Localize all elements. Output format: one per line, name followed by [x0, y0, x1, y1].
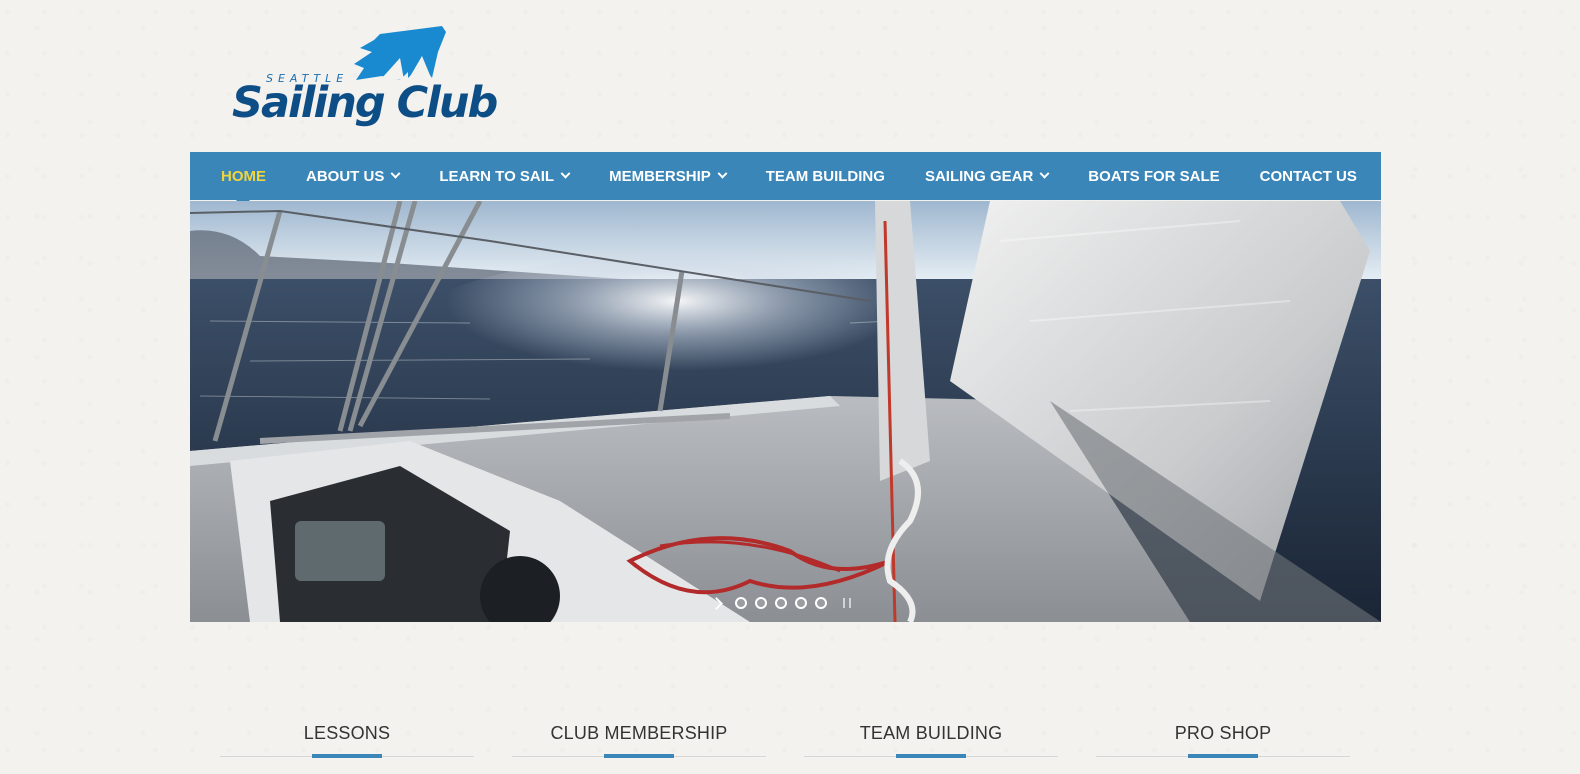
- chevron-down-icon: [560, 168, 571, 179]
- logo-name: Sailing Club: [232, 78, 498, 128]
- nav-item-home[interactable]: HOME: [221, 168, 266, 185]
- chevron-right-icon[interactable]: [710, 596, 723, 610]
- nav-item-label: SAILING GEAR: [924, 167, 1034, 185]
- feature-club-membership[interactable]: CLUB MEMBERSHIP: [512, 720, 766, 774]
- feature-accent-bar: [896, 754, 966, 758]
- nav-item-label: ABOUT US: [306, 167, 385, 185]
- nav-item-sailing-gear[interactable]: SAILING GEAR: [924, 167, 1050, 185]
- nav-item-membership[interactable]: MEMBERSHIP: [609, 167, 728, 185]
- slide-dot-2[interactable]: [755, 597, 767, 609]
- nav-item-team-building[interactable]: TEAM BUILDING: [766, 168, 885, 185]
- feature-title[interactable]: CLUB MEMBERSHIP: [512, 720, 766, 744]
- nav-item-label: HOME: [221, 167, 266, 185]
- sailboat-deck-photo: [190, 201, 1381, 622]
- feature-title[interactable]: TEAM BUILDING: [804, 720, 1058, 744]
- feature-team-building[interactable]: TEAM BUILDING: [804, 720, 1058, 774]
- slider-controls: [710, 595, 851, 611]
- feature-lessons[interactable]: LESSONS: [220, 720, 474, 774]
- slide-dot-3[interactable]: [775, 597, 787, 609]
- nav-item-label: TEAM BUILDING: [765, 167, 885, 185]
- feature-pro-shop[interactable]: PRO SHOP: [1096, 720, 1350, 774]
- feature-title[interactable]: PRO SHOP: [1096, 720, 1350, 744]
- nav-item-boats-for-sale[interactable]: BOATS FOR SALE: [1088, 168, 1219, 185]
- main-navigation: HOME ABOUT US LEARN TO SAIL MEMBERSHIP TEAM …: [190, 152, 1381, 200]
- nav-item-about-us[interactable]: ABOUT US: [306, 167, 401, 185]
- nav-item-learn-to-sail[interactable]: LEARN TO SAIL: [439, 167, 571, 185]
- chevron-down-icon: [390, 168, 401, 179]
- slide-dot-4[interactable]: [795, 597, 807, 609]
- feature-accent-bar: [604, 754, 674, 758]
- feature-sections: LESSONS CLUB MEMBERSHIP TEAM BUILDING PR…: [220, 720, 1360, 774]
- site-logo[interactable]: SEATTLE Sailing Club: [232, 26, 498, 132]
- nav-item-label: LEARN TO SAIL: [439, 167, 555, 185]
- nav-item-label: CONTACT US: [1259, 167, 1357, 185]
- pause-icon[interactable]: [843, 598, 851, 608]
- nav-item-label: MEMBERSHIP: [609, 167, 711, 185]
- nav-item-contact-us[interactable]: CONTACT US: [1260, 168, 1357, 185]
- feature-accent-bar: [1188, 754, 1258, 758]
- nav-item-label: BOATS FOR SALE: [1088, 167, 1220, 185]
- feature-title[interactable]: LESSONS: [220, 720, 474, 744]
- feature-accent-bar: [312, 754, 382, 758]
- slide-dot-1[interactable]: [735, 597, 747, 609]
- chevron-down-icon: [717, 168, 728, 179]
- chevron-down-icon: [1039, 168, 1050, 179]
- hero-slider[interactable]: [190, 201, 1381, 622]
- slide-dot-5[interactable]: [815, 597, 827, 609]
